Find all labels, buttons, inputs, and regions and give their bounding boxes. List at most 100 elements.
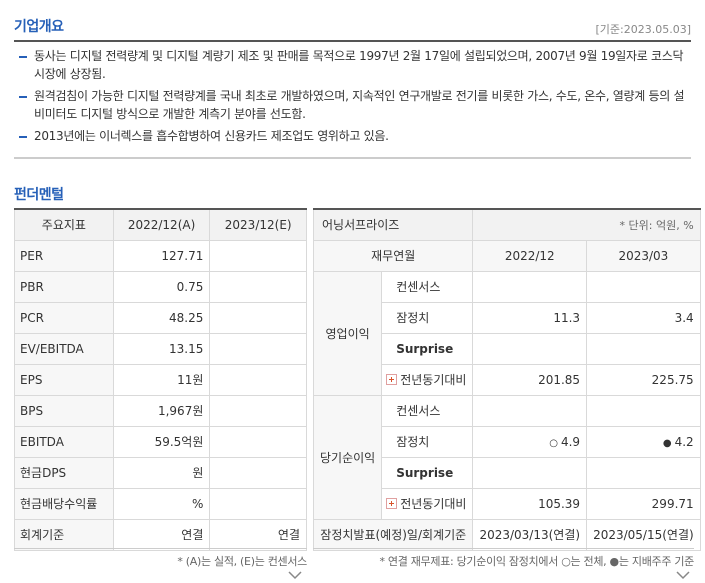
yoy-cell[interactable]: 전년동기대비 [381,487,474,520]
table-row: EPS 11원 [14,363,307,396]
overview-title: 기업개요 [14,19,64,35]
filled-circle-icon: ● [662,437,672,449]
row-label: 잠정치 [381,425,474,458]
list-item: 원격검침이 가능한 디지털 전력량계를 국내 최초로 개발하였으며, 지속적인 … [18,87,688,123]
value: 11.3 [472,301,588,334]
row-label: 컨센서스 [381,394,474,427]
fundamental-title: 펀더멘털 [14,187,64,203]
value [586,456,701,489]
earnings-surprise-table: 어닝서프라이즈 * 단위: 억원, % 재무연월 2022/12 2023/03… [312,208,701,551]
open-circle-icon: ○ [549,437,558,449]
actual-value: 0.75 [112,270,211,303]
overview-list: 동사는 디지털 전력량계 및 디지털 계량기 제조 및 판매를 목적으로 199… [18,47,688,149]
estimate-value [209,363,307,396]
table-row: PCR 48.25 [14,301,307,334]
chevron-down-icon[interactable] [676,568,690,582]
row-label: Surprise [381,456,474,489]
estimate-value [209,425,307,458]
actual-value: 59.5억원 [112,425,211,458]
value: 105.39 [472,487,588,520]
yoy-cell[interactable]: 전년동기대비 [381,363,474,396]
table-row: 현금배당수익률% [14,487,307,520]
left-table-note: * (A)는 실적, (E)는 컨센서스 [177,555,307,568]
row-label: 현금DPS [14,456,114,489]
overview-text: 원격검침이 가능한 디지털 전력량계를 국내 최초로 개발하였으며, 지속적인 … [34,89,685,121]
estimate-value: 연결 [209,518,307,551]
table-row: PBR 0.75 [14,270,307,303]
overview-bottom-rule [14,157,691,159]
estimate-value [209,332,307,365]
actual-value: 48.25 [112,301,211,334]
value [586,270,701,303]
value-cell: ● 4.2 [586,425,701,458]
right-table-note: * 연결 재무제표: 당기순이익 잠정치에서 ○는 전체, ●는 지배주주 기준 [379,555,695,568]
col-header: 2023/03 [586,239,701,272]
value [472,394,588,427]
dash-icon [19,96,27,98]
table-header-row: 재무연월 2022/12 2023/03 [312,239,701,272]
row-label: PER [14,239,114,272]
value [472,456,588,489]
col-header: 주요지표 [14,208,114,241]
value [472,332,588,365]
note-divider [313,548,694,549]
actual-value: 11원 [112,363,211,396]
row-label: 회계기준 [14,518,114,551]
footer-value: 2023/05/15(연결) [586,518,701,551]
chevron-down-icon[interactable] [288,568,302,582]
base-date: [기준:2023.05.03] [595,23,691,36]
note-divider [14,548,307,549]
estimate-value [209,301,307,334]
row-label: 전년동기대비 [400,497,467,511]
row-label: 전년동기대비 [400,373,467,387]
footer-value: 2023/03/13(연결) [472,518,588,551]
estimate-value [209,239,307,272]
actual-value: % [112,487,211,520]
table-row: PER 127.71 [14,239,307,272]
row-label: EPS [14,363,114,396]
row-label: 컨센서스 [381,270,474,303]
dash-icon [19,56,27,58]
value [472,270,588,303]
estimate-value [209,456,307,489]
actual-value: 13.15 [112,332,211,365]
row-label: Surprise [381,332,474,365]
unit-note: * 단위: 억원, % [472,208,701,241]
table-row: 현금DPS 원 [14,456,307,489]
plus-icon[interactable] [386,498,398,509]
row-label: EV/EBITDA [14,332,114,365]
actual-value: 연결 [112,518,211,551]
value: 299.71 [586,487,701,520]
actual-value: 원 [112,456,211,489]
estimate-value [209,270,307,303]
key-indicators-table: 주요지표 2022/12(A) 2023/12(E) PER 127.71 PBR… [14,208,307,551]
row-label: PBR [14,270,114,303]
row-label: EBITDA [14,425,114,458]
estimate-value [209,394,307,427]
value: 225.75 [586,363,701,396]
list-item: 2013년에는 이너렉스를 흡수합병하여 신용카드 제조업도 영위하고 있음. [18,127,688,145]
table-row: EV/EBITDA 13.15 [14,332,307,365]
value: 4.2 [674,434,694,449]
footer-label: 잠정치발표(예정)일/회계기준 [312,518,474,551]
table-row: 영업이익 컨센서스 [312,270,701,396]
dash-icon [19,136,27,138]
value: 3.4 [586,301,701,334]
table-row: 회계기준 연결 연결 [14,518,307,551]
overview-text: 2013년에는 이너렉스를 흡수합병하여 신용카드 제조업도 영위하고 있음. [34,129,389,143]
plus-icon[interactable] [386,374,398,385]
table-footer-row: 잠정치발표(예정)일/회계기준 2023/03/13(연결) 2023/05/1… [312,518,701,551]
table-row: BPS 1,967원 [14,394,307,427]
list-item: 동사는 디지털 전력량계 및 디지털 계량기 제조 및 판매를 목적으로 199… [18,47,688,83]
col-header: 2022/12 [472,239,588,272]
table-title-row: 어닝서프라이즈 * 단위: 억원, % [312,208,701,241]
earnings-surprise-title: 어닝서프라이즈 [312,208,474,241]
row-label: 잠정치 [381,301,474,334]
actual-value: 127.71 [112,239,211,272]
group-label: 당기순이익 [312,394,383,520]
row-label: 현금배당수익률 [14,487,114,520]
overview-text: 동사는 디지털 전력량계 및 디지털 계량기 제조 및 판매를 목적으로 199… [34,49,684,81]
value: 201.85 [472,363,588,396]
value [586,394,701,427]
table-header-row: 주요지표 2022/12(A) 2023/12(E) [14,208,307,241]
